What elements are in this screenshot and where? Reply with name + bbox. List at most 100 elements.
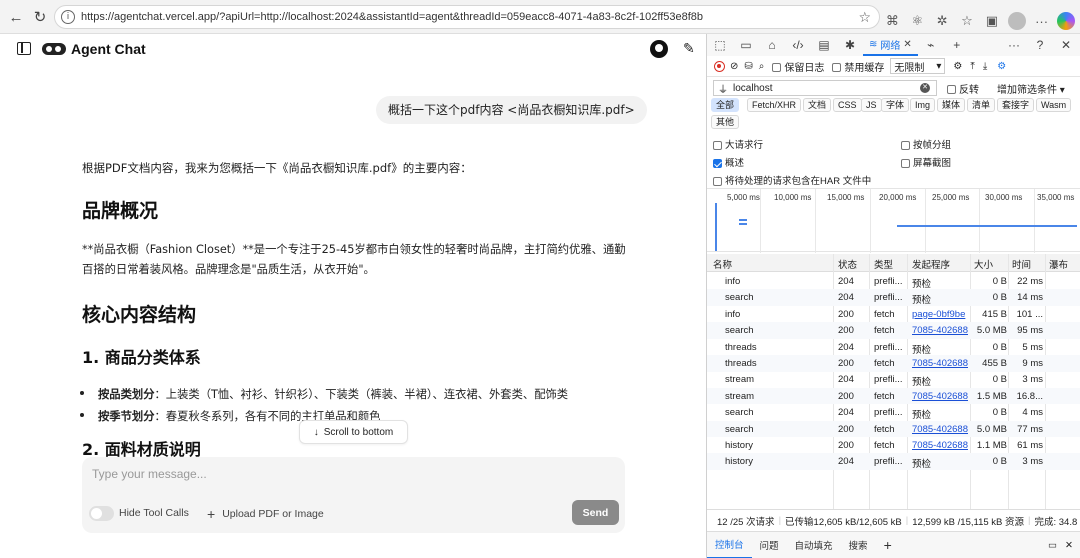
request-row[interactable]: threads 204 prefli... 预检 0 B 5 ms bbox=[707, 339, 1080, 356]
col-type[interactable]: 类型 bbox=[874, 257, 893, 271]
more-menu-icon[interactable]: ··· bbox=[1029, 10, 1054, 32]
overview-checkbox[interactable]: 概述 bbox=[713, 155, 744, 169]
cell-initiator[interactable]: 7085-402688 bbox=[912, 325, 970, 336]
invert-checkbox[interactable]: 反转 bbox=[947, 81, 979, 96]
request-row[interactable]: stream 200 fetch 7085-402688 1.5 MB 16.8... bbox=[707, 387, 1080, 405]
disable-cache-checkbox[interactable]: 禁用缓存 bbox=[832, 59, 884, 74]
screenshots-checkbox[interactable]: 屏幕截图 bbox=[901, 155, 951, 169]
filter-chip-font[interactable]: 字体 bbox=[881, 98, 910, 112]
cell-initiator[interactable]: 7085-402688 bbox=[912, 440, 970, 451]
device-toggle-icon[interactable]: ▭ bbox=[733, 34, 759, 56]
add-drawer-tab-icon[interactable]: + bbox=[876, 532, 900, 558]
performance-icon[interactable]: ⌁ bbox=[918, 34, 944, 56]
cell-initiator[interactable]: 7085-402688 bbox=[912, 424, 970, 435]
request-row[interactable]: search 200 fetch 7085-402688 5.0 MB 77 ms bbox=[707, 420, 1080, 438]
filter-chip-doc[interactable]: 文档 bbox=[803, 98, 832, 112]
request-row[interactable]: info 200 fetch page-0bf9be 415 B 101 ... bbox=[707, 306, 1080, 323]
dock-icon[interactable]: ▭ bbox=[1048, 540, 1057, 551]
puzzle-icon[interactable]: ✲ bbox=[930, 10, 955, 32]
export-icon[interactable]: ⤓ bbox=[983, 61, 987, 72]
cell-initiator[interactable]: page-0bf9be bbox=[912, 309, 970, 320]
request-row[interactable]: history 200 fetch 7085-402688 1.1 MB 61 ms bbox=[707, 437, 1080, 454]
big-rows-checkbox[interactable]: 大请求行 bbox=[713, 137, 763, 151]
filter-chip-media[interactable]: 媒体 bbox=[937, 98, 966, 112]
filter-chip-css[interactable]: CSS bbox=[833, 98, 862, 112]
back-icon[interactable]: ← bbox=[3, 4, 29, 30]
network-conditions-icon[interactable]: ⚙ bbox=[953, 61, 962, 72]
drawer-tab-autofill[interactable]: 自动填充 bbox=[787, 532, 841, 558]
request-row[interactable]: stream 204 prefli... 预检 0 B 3 ms bbox=[707, 371, 1080, 388]
preserve-log-checkbox[interactable]: 保留日志 bbox=[772, 59, 824, 74]
elements-icon[interactable]: ‹/› bbox=[785, 34, 811, 56]
reload-icon[interactable]: ↻ bbox=[27, 4, 53, 30]
col-time[interactable]: 时间 bbox=[1012, 257, 1031, 271]
request-row[interactable]: search 204 prefli... 预检 0 B 4 ms bbox=[707, 404, 1080, 421]
favorites-icon[interactable]: ☆ bbox=[955, 10, 980, 32]
extension-icon[interactable]: ⌘ bbox=[880, 10, 905, 32]
inspect-icon[interactable]: ⬚ bbox=[707, 34, 733, 56]
filter-icon[interactable]: ⛁ bbox=[744, 61, 752, 72]
scroll-to-bottom-button[interactable]: ↓ Scroll to bottom bbox=[299, 420, 408, 444]
profile-avatar[interactable] bbox=[1004, 10, 1029, 32]
more-options-icon[interactable]: ··· bbox=[1001, 34, 1027, 56]
group-by-frame-checkbox[interactable]: 按帧分组 bbox=[901, 137, 951, 151]
cell-initiator[interactable]: 7085-402688 bbox=[912, 391, 970, 402]
filter-chip-other[interactable]: 其他 bbox=[711, 115, 740, 129]
upload-button[interactable]: + Upload PDF or Image bbox=[207, 506, 324, 522]
github-icon[interactable] bbox=[650, 40, 668, 58]
chevron-down-icon: ▾ bbox=[1059, 84, 1065, 96]
col-waterfall[interactable]: 瀑布 bbox=[1049, 257, 1068, 271]
drawer-tab-console[interactable]: 控制台 bbox=[707, 532, 752, 558]
help-icon[interactable]: ? bbox=[1027, 34, 1053, 56]
send-button[interactable]: Send bbox=[572, 500, 619, 525]
cell-initiator[interactable]: 7085-402688 bbox=[912, 358, 970, 369]
request-row[interactable]: history 204 prefli... 预检 0 B 3 ms bbox=[707, 453, 1080, 470]
console-icon[interactable]: ▤ bbox=[811, 34, 837, 56]
filter-chip-img[interactable]: Img bbox=[910, 98, 936, 112]
address-bar[interactable]: i https://agentchat.vercel.app/?apiUrl=h… bbox=[54, 5, 880, 29]
message-input[interactable] bbox=[92, 467, 612, 487]
favorite-star-icon[interactable]: ☆ bbox=[858, 9, 871, 26]
col-name[interactable]: 名称 bbox=[713, 257, 732, 271]
welcome-icon[interactable]: ⌂ bbox=[759, 34, 785, 56]
col-initiator[interactable]: 发起程序 bbox=[912, 257, 950, 271]
close-devtools-icon[interactable]: ✕ bbox=[1053, 34, 1079, 56]
filter-chip-fetch[interactable]: Fetch/XHR bbox=[747, 98, 802, 112]
sidebar-toggle-icon[interactable] bbox=[17, 42, 31, 55]
close-icon[interactable]: ✕ bbox=[903, 39, 911, 50]
close-drawer-icon[interactable]: ✕ bbox=[1065, 540, 1073, 551]
network-overview-timeline[interactable]: 5,000 ms 10,000 ms 15,000 ms 20,000 ms 2… bbox=[707, 188, 1080, 253]
import-icon[interactable]: ⤒ bbox=[970, 61, 974, 72]
collections-icon[interactable]: ▣ bbox=[979, 10, 1004, 32]
settings-icon[interactable]: ⚙ bbox=[997, 61, 1006, 72]
record-icon[interactable] bbox=[714, 60, 725, 72]
filter-input[interactable]: ⏚ localhost ✕ bbox=[713, 80, 937, 96]
filter-chip-js[interactable]: JS bbox=[861, 98, 882, 112]
col-size[interactable]: 大小 bbox=[974, 257, 993, 271]
drawer-tab-search[interactable]: 搜索 bbox=[841, 532, 876, 558]
clear-filter-icon[interactable]: ✕ bbox=[920, 83, 930, 93]
filter-chip-all[interactable]: 全部 bbox=[711, 98, 740, 112]
react-devtools-icon[interactable]: ⚛ bbox=[905, 10, 930, 32]
search-icon[interactable]: ⌕ bbox=[759, 61, 765, 72]
request-row[interactable]: search 200 fetch 7085-402688 5.0 MB 95 ms bbox=[707, 322, 1080, 339]
filter-chip-wasm[interactable]: Wasm bbox=[1036, 98, 1072, 112]
more-filters-dropdown[interactable]: 增加筛选条件 ▾ bbox=[997, 81, 1065, 96]
har-checkbox[interactable]: 将待处理的请求包含在HAR 文件中 bbox=[713, 173, 871, 187]
tab-network[interactable]: ≋ 网络 ✕ bbox=[863, 34, 918, 56]
drawer-tab-issues[interactable]: 问题 bbox=[752, 532, 787, 558]
request-row[interactable]: info 204 prefli... 预检 0 B 22 ms bbox=[707, 273, 1080, 290]
clear-icon[interactable]: ⊘ bbox=[730, 61, 738, 72]
filter-chip-socket[interactable]: 套接字 bbox=[997, 98, 1035, 112]
hide-tool-calls-toggle[interactable] bbox=[89, 506, 114, 521]
throttle-select[interactable]: 无限制 ▾ bbox=[890, 58, 946, 74]
site-info-icon[interactable]: i bbox=[61, 10, 75, 24]
new-chat-icon[interactable]: ✎ bbox=[683, 40, 699, 56]
add-tab-icon[interactable]: + bbox=[944, 34, 970, 56]
filter-chip-manifest[interactable]: 清单 bbox=[967, 98, 996, 112]
request-row[interactable]: threads 200 fetch 7085-402688 455 B 9 ms bbox=[707, 355, 1080, 372]
request-row[interactable]: search 204 prefli... 预检 0 B 14 ms bbox=[707, 289, 1080, 306]
col-status[interactable]: 状态 bbox=[838, 257, 857, 271]
copilot-button[interactable] bbox=[1054, 10, 1079, 32]
sources-icon[interactable]: ✱ bbox=[837, 34, 863, 56]
